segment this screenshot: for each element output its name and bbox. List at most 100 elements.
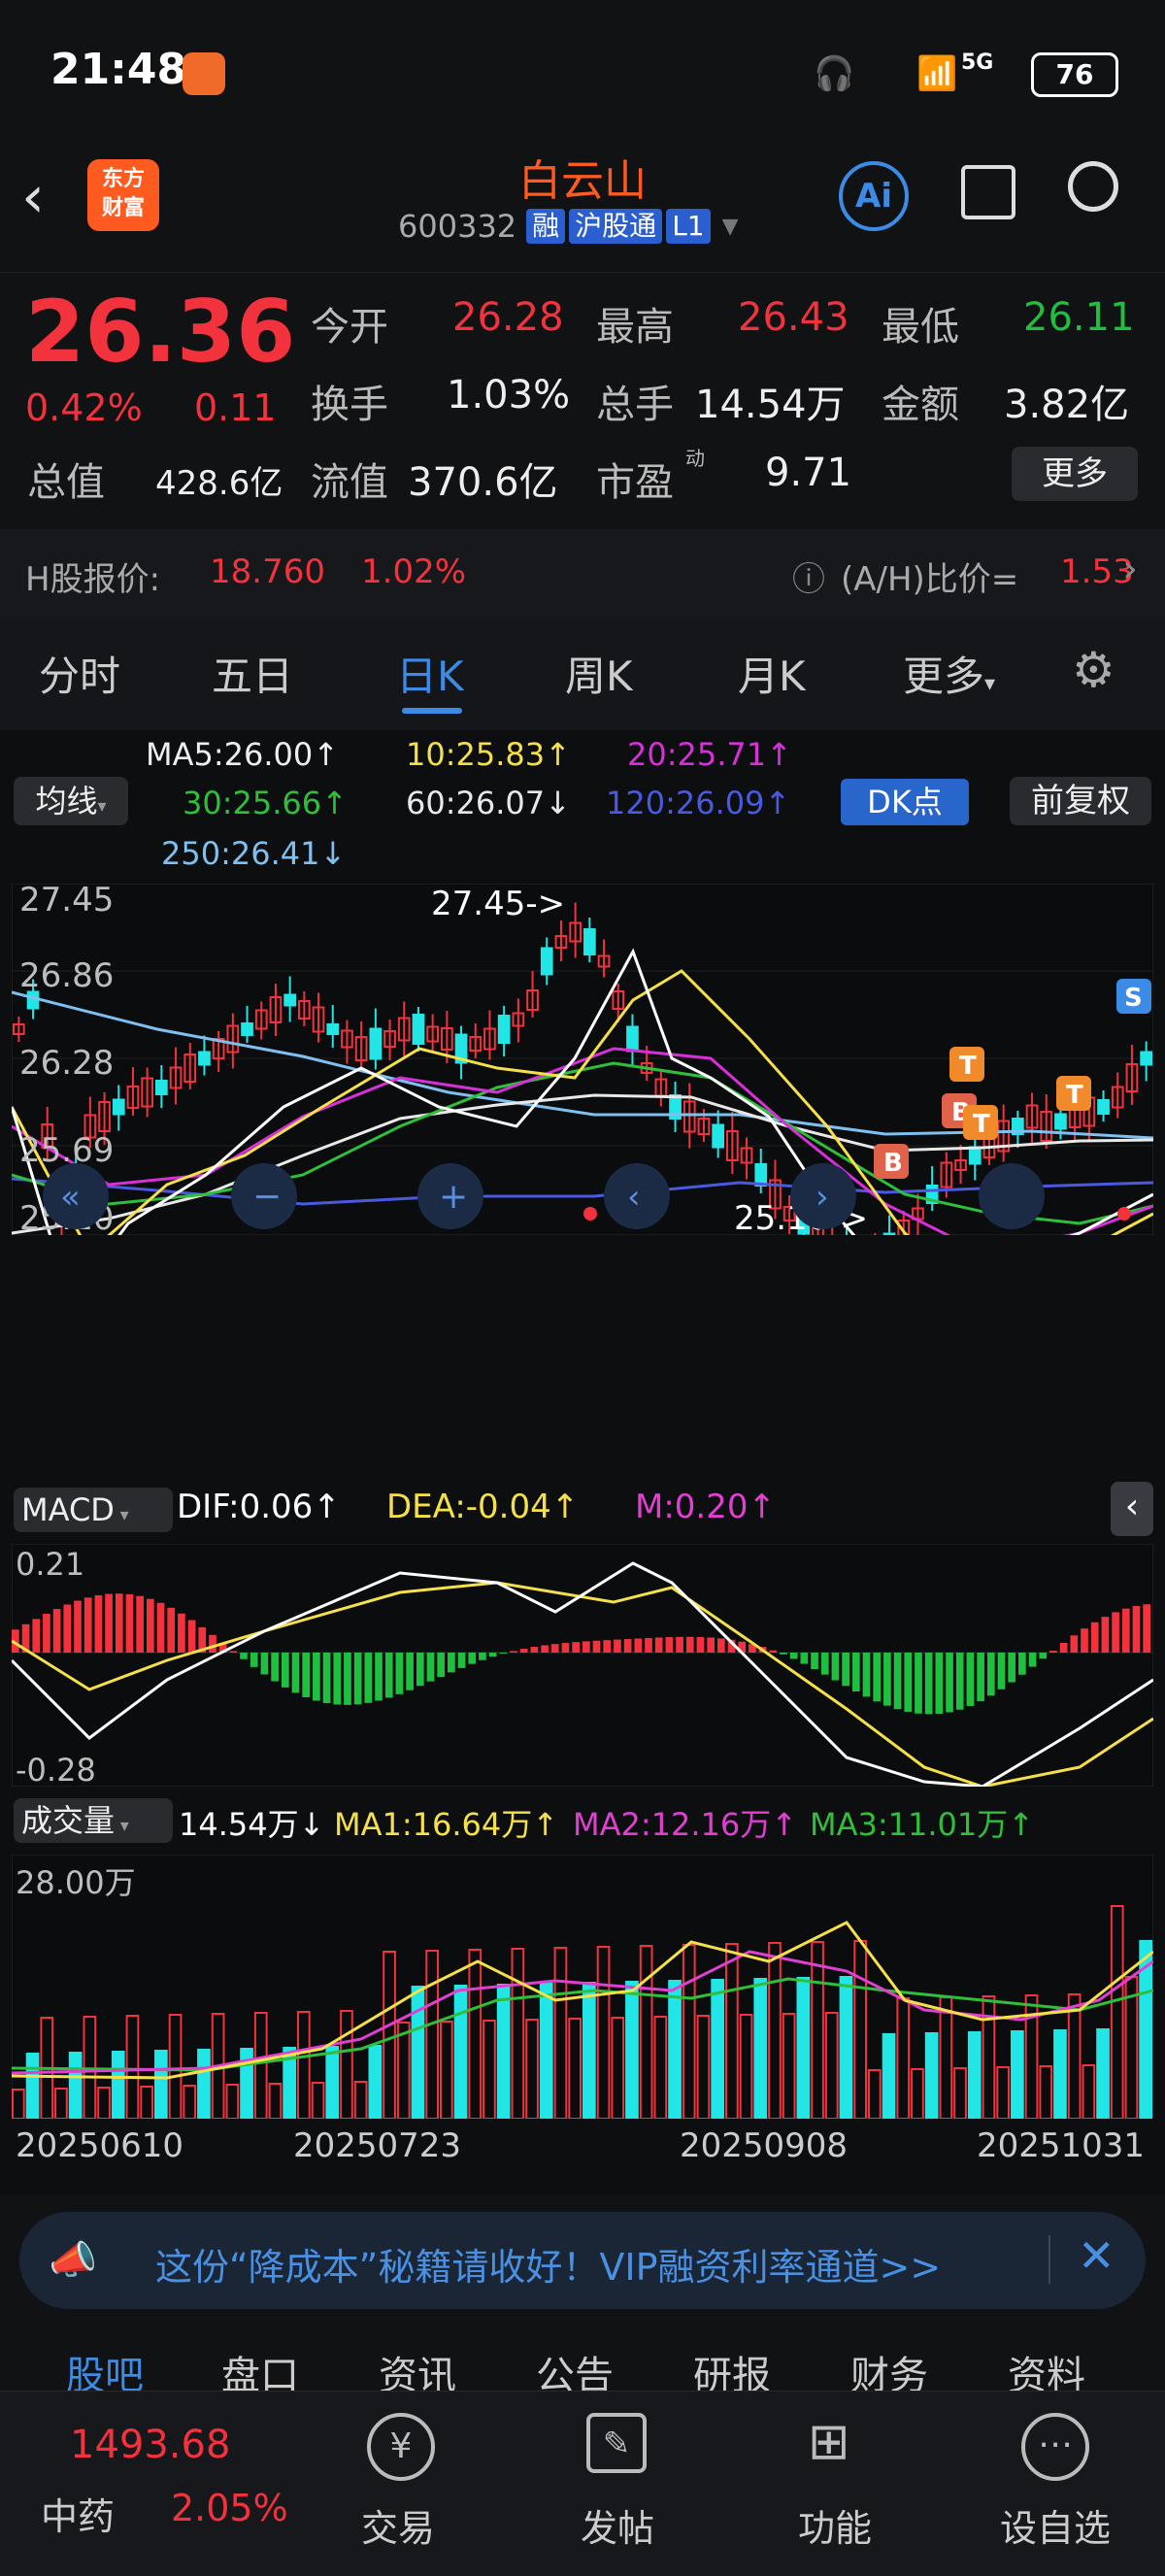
macd-bar bbox=[716, 1638, 725, 1653]
settings-gear-icon[interactable]: ⚙ bbox=[1072, 642, 1115, 698]
volume-bar bbox=[924, 2032, 939, 2119]
macd-bar bbox=[592, 1640, 601, 1653]
post-edit-icon[interactable]: ✎ bbox=[586, 2413, 647, 2473]
macd-bar bbox=[530, 1647, 539, 1653]
macd-bar bbox=[1132, 1605, 1141, 1653]
y-label-4: 25.69 bbox=[19, 1131, 114, 1170]
caret-down-icon: ▾ bbox=[114, 1505, 129, 1525]
help-icon[interactable]: ⓘ bbox=[792, 552, 825, 600]
post-label[interactable]: 发帖 bbox=[581, 2498, 654, 2552]
tab-orderbook[interactable]: 盘口 bbox=[221, 2344, 299, 2391]
chevron-right-icon: › bbox=[816, 1178, 829, 1217]
pe-value: 9.71 bbox=[765, 451, 852, 495]
macd-bar bbox=[789, 1653, 798, 1659]
caret-down-icon: ▾ bbox=[984, 672, 996, 696]
macd-selector[interactable]: MACD ▾ bbox=[14, 1488, 173, 1532]
macd-bar bbox=[696, 1636, 705, 1653]
fast-forward-button[interactable] bbox=[979, 1163, 1045, 1229]
macd-bar bbox=[997, 1653, 1006, 1689]
tab-profile[interactable]: 资料 bbox=[1008, 2344, 1085, 2391]
macd-bar bbox=[43, 1614, 50, 1653]
chevron-left-icon: ‹ bbox=[627, 1178, 641, 1217]
adjust-button[interactable]: 前复权 bbox=[1010, 777, 1151, 825]
tab-financials[interactable]: 财务 bbox=[850, 2344, 928, 2391]
bottom-action-bar: 1493.68 中药 2.05% ¥ 交易 ✎ 发帖 ⊞ 功能 ⋯ 设自选 bbox=[0, 2391, 1165, 2576]
search-icon[interactable] bbox=[1068, 161, 1118, 212]
quote-panel: 26.36 0.42% 0.11 总值 428.6亿 今开 26.28 最高 2… bbox=[0, 272, 1165, 530]
promo-banner[interactable]: 📣 这份“降成本”秘籍请收好！VIP融资利率通道>> ✕ bbox=[19, 2212, 1146, 2309]
pe-sup: 动 bbox=[685, 447, 705, 470]
macd-bar bbox=[1112, 1612, 1119, 1653]
apps-grid-icon[interactable]: ⊞ bbox=[808, 2413, 850, 2471]
macd-bar bbox=[479, 1653, 486, 1660]
tab-intraday[interactable]: 分时 bbox=[39, 644, 120, 703]
tab-more[interactable]: 更多▾ bbox=[903, 644, 995, 703]
stock-code-row[interactable]: 600332 融 沪股通 L1 ▼ bbox=[398, 208, 739, 245]
date-label-2: 20250723 bbox=[293, 2126, 462, 2165]
clock: 21:48 bbox=[50, 45, 187, 94]
macd-bar bbox=[1081, 1628, 1088, 1653]
macd-bar bbox=[654, 1637, 663, 1653]
trade-label[interactable]: 交易 bbox=[361, 2498, 435, 2552]
ai-assistant-icon[interactable]: Ai bbox=[839, 161, 909, 231]
tab-news[interactable]: 资讯 bbox=[379, 2344, 456, 2391]
stock-header: ‹ 东方 财富 白云山 600332 融 沪股通 L1 ▼ Ai bbox=[0, 146, 1165, 273]
wifi-icon: 📶 bbox=[916, 54, 958, 93]
kline-chart-area[interactable]: 均线▾ MA5:26.00↑ 10:25.83↑ 20:25.71↑ 30:25… bbox=[0, 730, 1165, 2194]
macd-bar bbox=[904, 1653, 913, 1712]
macd-dea: DEA:-0.04↑ bbox=[386, 1488, 580, 1526]
watchlist-options-icon[interactable]: ⋯ bbox=[1021, 2413, 1089, 2481]
macd-bar bbox=[281, 1653, 289, 1688]
kline-main-plot[interactable]: 27.45 26.86 26.28 25.69 25.10 27.45-> 25… bbox=[12, 884, 1153, 1235]
volume-bar bbox=[582, 1982, 596, 2119]
macd-bar bbox=[136, 1595, 144, 1653]
h-share-row[interactable]: H股报价: 18.760 1.02% ⓘ (A/H)比价= 1.53 › bbox=[0, 529, 1165, 619]
volume-current: 14.54万↓ bbox=[179, 1806, 325, 1843]
macd-bar bbox=[426, 1653, 435, 1682]
tab-daily-k[interactable]: 日K bbox=[396, 644, 464, 703]
share-icon[interactable] bbox=[961, 165, 1015, 219]
tab-forum[interactable]: 股吧 bbox=[66, 2344, 144, 2391]
macd-bar bbox=[946, 1653, 953, 1713]
sector-name[interactable]: 中药 bbox=[41, 2487, 115, 2540]
volume-bar bbox=[1096, 2028, 1110, 2119]
tab-monthly-k[interactable]: 月K bbox=[738, 644, 806, 703]
volume-bar bbox=[197, 2049, 211, 2119]
tab-weekly-k[interactable]: 周K bbox=[565, 644, 633, 703]
trade-icon[interactable]: ¥ bbox=[367, 2413, 435, 2481]
macd-bar bbox=[229, 1651, 238, 1653]
dk-point-button[interactable]: DK点 bbox=[841, 779, 969, 825]
volume-plot: 28.00万 bbox=[12, 1855, 1153, 2119]
tab-research[interactable]: 研报 bbox=[693, 2344, 771, 2391]
volume-bar bbox=[1011, 2030, 1024, 2119]
macd-bar bbox=[623, 1639, 632, 1653]
volume-selector[interactable]: 成交量 ▾ bbox=[14, 1798, 173, 1843]
tab-announcements[interactable]: 公告 bbox=[536, 2344, 614, 2391]
mcap-value: 428.6亿 bbox=[155, 464, 283, 503]
ma-selector[interactable]: 均线▾ bbox=[14, 777, 128, 825]
macd-bar bbox=[395, 1653, 404, 1694]
volume-top-label: 28.00万 bbox=[16, 1864, 136, 1901]
macd-bar bbox=[271, 1653, 279, 1682]
macd-bar bbox=[488, 1653, 497, 1657]
close-icon[interactable]: ✕ bbox=[1078, 2229, 1115, 2282]
macd-bar bbox=[240, 1653, 248, 1659]
macd-bar bbox=[634, 1638, 643, 1653]
collapse-panel-button[interactable]: ‹ bbox=[1111, 1482, 1153, 1536]
set-watchlist-label[interactable]: 设自选 bbox=[1000, 2498, 1111, 2552]
macd-bar bbox=[125, 1593, 134, 1653]
macd-bar bbox=[893, 1653, 902, 1710]
more-button[interactable]: 更多 bbox=[1012, 447, 1138, 501]
functions-label[interactable]: 功能 bbox=[798, 2498, 872, 2552]
ah-ratio-label: (A/H)比价= bbox=[841, 560, 1019, 599]
tab-five-day[interactable]: 五日 bbox=[212, 644, 293, 703]
last-price: 26.36 bbox=[25, 282, 296, 382]
caret-down-icon: ▾ bbox=[97, 796, 107, 817]
macd-bar bbox=[74, 1600, 82, 1653]
volume-value: 14.54万 bbox=[695, 383, 846, 427]
date-label-4: 20251031 bbox=[977, 2126, 1146, 2165]
macd-bar bbox=[614, 1639, 621, 1653]
macd-bar bbox=[955, 1653, 964, 1710]
period-tabs: 分时 五日 日K 周K 月K 更多▾ ⚙ bbox=[0, 619, 1165, 730]
headset-icon: 🎧 bbox=[814, 54, 855, 93]
